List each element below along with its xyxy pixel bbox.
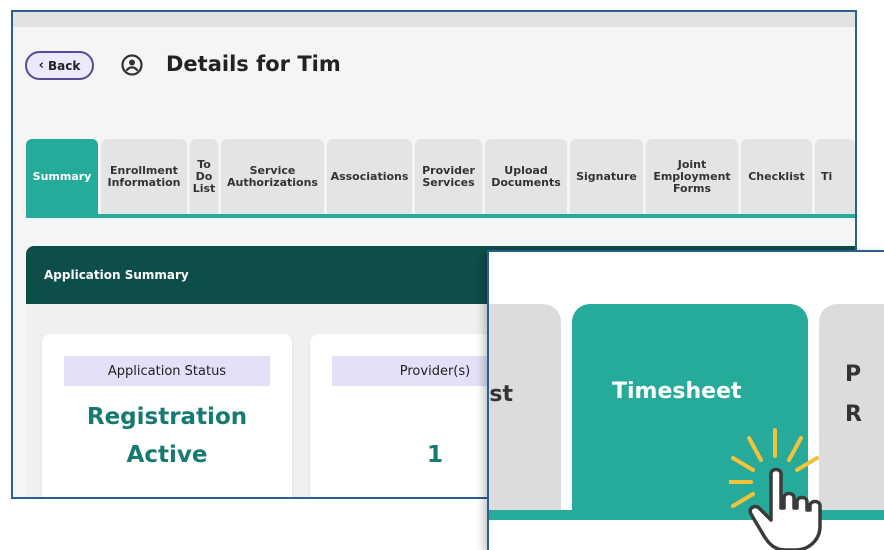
tab-underline bbox=[26, 214, 855, 218]
tab-timesheet-partial[interactable]: Ti bbox=[815, 139, 855, 215]
user-circle-icon bbox=[121, 54, 143, 76]
tab-service-authorizations[interactable]: Service Authorizations bbox=[221, 139, 324, 215]
pointer-hand-click-icon bbox=[729, 428, 822, 550]
summary-title: Application Summary bbox=[44, 268, 189, 282]
tab-bar: Summary Enrollment Information To Do Lis… bbox=[26, 139, 855, 215]
zoom-right-tab-line1: P bbox=[845, 362, 862, 387]
tab-provider-services[interactable]: Provider Services bbox=[415, 139, 482, 215]
tab-signature[interactable]: Signature bbox=[570, 139, 643, 215]
tab-to-do-list[interactable]: To Do List bbox=[190, 139, 218, 215]
status-value-line1: Registration bbox=[86, 404, 248, 430]
zoom-callout: st Timesheet P R bbox=[487, 250, 884, 550]
zoom-left-tab-label: st bbox=[489, 382, 513, 407]
chevron-left-icon: ‹ bbox=[38, 58, 44, 73]
zoom-tab-checklist-partial[interactable]: st bbox=[489, 304, 561, 514]
tab-joint-employment-forms[interactable]: Joint Employment Forms bbox=[646, 139, 738, 215]
tab-summary[interactable]: Summary bbox=[26, 139, 98, 215]
tab-upload-documents[interactable]: Upload Documents bbox=[485, 139, 567, 215]
back-label: Back bbox=[48, 58, 81, 73]
page-title: Details for Tim bbox=[166, 52, 341, 76]
status-value-line2: Active bbox=[126, 442, 208, 468]
tab-associations[interactable]: Associations bbox=[327, 139, 412, 215]
tab-enrollment-information[interactable]: Enrollment Information bbox=[101, 139, 187, 215]
zoom-active-tab-label: Timesheet bbox=[612, 379, 742, 404]
back-button[interactable]: ‹ Back bbox=[25, 51, 94, 80]
top-bar bbox=[13, 12, 855, 27]
tab-checklist[interactable]: Checklist bbox=[741, 139, 812, 215]
application-status-card: Application Status Registration Active bbox=[42, 334, 292, 497]
application-status-label: Application Status bbox=[64, 356, 270, 386]
